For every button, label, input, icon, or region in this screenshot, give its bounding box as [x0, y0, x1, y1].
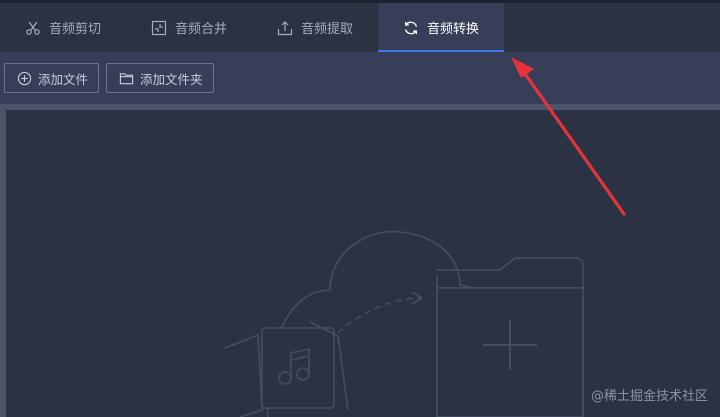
add-file-button[interactable]: 添加文件 — [4, 63, 100, 93]
file-drop-area[interactable]: @稀土掘金技术社区 — [0, 110, 720, 417]
tab-label: 音频提取 — [300, 22, 353, 37]
tab-audio-extract[interactable]: 音频提取 — [252, 3, 378, 52]
add-file-label: 添加文件 — [38, 71, 89, 87]
refresh-icon — [404, 21, 418, 34]
tab-label: 音频合并 — [174, 22, 227, 37]
tab-audio-cut[interactable]: 音频剪切 — [0, 3, 126, 52]
watermark: @稀土掘金技术社区 — [590, 389, 708, 404]
tab-bar: 音频剪切 音频合并 音频提取 音频转换 — [0, 3, 720, 52]
tab-audio-merge[interactable]: 音频合并 — [126, 3, 252, 52]
upload-icon — [277, 20, 293, 35]
folder-icon — [119, 72, 134, 84]
tab-label: 音频转换 — [426, 22, 479, 37]
merge-icon — [151, 20, 167, 35]
add-folder-label: 添加文件夹 — [140, 71, 203, 87]
toolbar: 添加文件 添加文件夹 — [0, 52, 720, 104]
tab-label: 音频剪切 — [48, 22, 101, 37]
tab-audio-convert[interactable]: 音频转换 — [378, 3, 504, 52]
scissors-icon — [26, 21, 40, 35]
plus-circle-icon — [17, 71, 32, 85]
empty-state-illustration — [224, 230, 584, 417]
add-folder-button[interactable]: 添加文件夹 — [106, 63, 214, 93]
